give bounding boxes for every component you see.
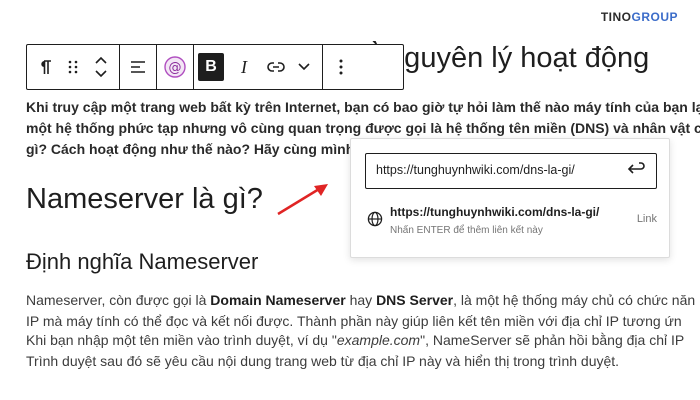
suggestion-hint: Nhấn ENTER để thêm liên kết này <box>390 225 543 236</box>
paragraph-2-line-1: Khi bạn nhập một tên miền vào trình duyệ… <box>26 330 684 351</box>
heading-definition: Định nghĩa Nameserver <box>26 249 259 274</box>
options-group <box>323 45 359 89</box>
globe-icon <box>367 211 383 232</box>
p1-text-c: hay <box>345 292 377 308</box>
suggestion-url: https://tunghuynhwiki.com/dns-la-gi/ <box>390 205 600 219</box>
intro-line-2: một hệ thống phức tạp nhưng vô cùng quan… <box>26 120 700 136</box>
plugin-group: @ <box>157 45 194 89</box>
p1-text-a: Nameserver, còn được gọi là <box>26 292 211 308</box>
intro-line-1: Khi truy cập một trang web bất kỳ trên I… <box>26 99 700 115</box>
block-controls-group <box>27 45 120 89</box>
link-icon[interactable] <box>262 51 290 83</box>
drag-handle-icon[interactable] <box>59 51 87 83</box>
svg-text:@: @ <box>169 61 182 76</box>
bold-button[interactable]: B <box>198 53 224 81</box>
pilcrow-icon[interactable] <box>31 51 59 83</box>
more-options-icon[interactable] <box>327 51 355 83</box>
p1-bold-domain-nameserver: Domain Nameserver <box>210 292 346 308</box>
link-suggestion[interactable]: https://tunghuynhwiki.com/dns-la-gi/ Nhấ… <box>365 199 657 243</box>
annotation-arrow-icon <box>277 184 328 216</box>
plugin-at-icon[interactable]: @ <box>161 51 189 83</box>
post-title[interactable]: ̀ nguyên lý hoạt động <box>380 42 649 75</box>
align-group <box>120 45 157 89</box>
block-toolbar: @ B I <box>26 44 404 90</box>
brand-logo-part1: TINO <box>600 10 632 24</box>
link-url-value: https://tunghuynhwiki.com/dns-la-gi/ <box>376 163 575 177</box>
p1-text-e: , là một hệ thống máy chủ có chức năn <box>453 292 696 308</box>
p2-text-a: Khi bạn nhập một tên miền vào trình duyệ… <box>26 332 337 348</box>
format-group: B I <box>194 45 323 89</box>
paragraph-1-line-2: IP mà máy tính có thể đọc và kết nối đượ… <box>26 313 682 329</box>
submit-enter-icon[interactable] <box>627 161 661 182</box>
brand-logo-part2: GROUP <box>631 10 678 24</box>
link-url-input[interactable]: https://tunghuynhwiki.com/dns-la-gi/ <box>365 153 657 189</box>
p2-text-c: ", NameServer sẽ phản hồi bằng địa chỉ I… <box>420 332 685 348</box>
move-up-down-icon[interactable] <box>87 51 115 83</box>
intro-line-3: gì? Cách hoạt động như thế nào? Hãy cùng… <box>26 141 363 157</box>
italic-button[interactable]: I <box>230 51 258 83</box>
link-popover: https://tunghuynhwiki.com/dns-la-gi/ htt… <box>350 138 670 258</box>
chevron-down-icon[interactable] <box>290 51 318 83</box>
p1-bold-dns-server: DNS Server <box>376 292 454 308</box>
p2-italic-example: example.com <box>336 332 421 348</box>
align-left-icon[interactable] <box>124 51 152 83</box>
brand-logo: TINOGROUP <box>601 10 678 24</box>
heading-nameserver: Nameserver là gì? <box>26 183 263 215</box>
paragraph-2-line-2: Trình duyệt sau đó sẽ yêu cầu nội dung t… <box>26 353 620 369</box>
paragraph-1-line-1: Nameserver, còn được gọi là Domain Names… <box>26 290 695 311</box>
suggestion-type: Link <box>636 213 657 225</box>
